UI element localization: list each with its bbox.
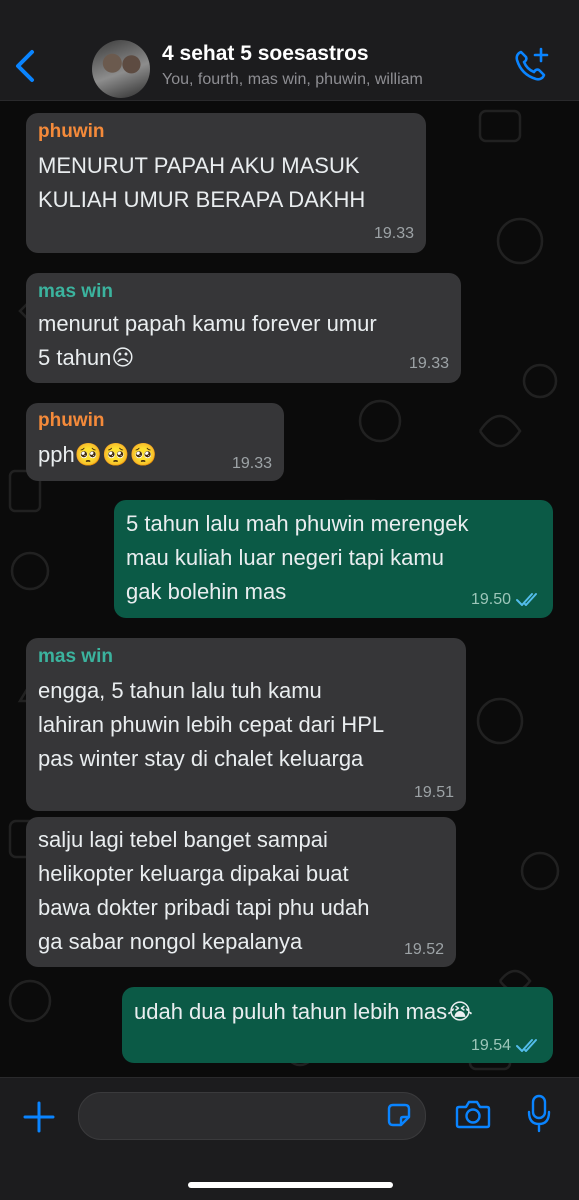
message-bubble[interactable]: 5 tahun lalu mah phuwin merengek mau kul… <box>114 500 553 618</box>
message-time: 19.54 <box>470 1037 511 1054</box>
message-text: helikopter keluarga dipakai buat <box>38 861 349 886</box>
message-text: KULIAH UMUR BERAPA DAKHH <box>38 187 366 212</box>
message-bubble[interactable]: salju lagi tebel banget sampai helikopte… <box>26 817 456 967</box>
read-receipt-icon <box>516 593 537 606</box>
message-time: 19.33 <box>408 355 449 372</box>
message-text: ga sabar nongol kepalanya <box>38 929 303 954</box>
group-members[interactable]: You, fourth, mas win, phuwin, william <box>162 71 423 89</box>
message-bubble[interactable]: udah dua puluh tahun lebih mas😭 19.54 <box>122 987 553 1063</box>
message-text: pas winter stay di chalet keluarga <box>38 746 364 771</box>
plus-icon[interactable] <box>22 1100 56 1134</box>
chat-header: 4 sehat 5 soesastros You, fourth, mas wi… <box>0 0 579 101</box>
message-bubble[interactable]: mas win menurut papah kamu forever umur … <box>26 273 461 383</box>
phone-plus-icon[interactable] <box>512 46 550 84</box>
message-bubble[interactable]: phuwin pph🥺🥺🥺 19.33 <box>26 403 284 481</box>
camera-icon[interactable] <box>455 1098 491 1130</box>
message-bubble[interactable]: phuwin MENURUT PAPAH AKU MASUK KULIAH UM… <box>26 113 426 253</box>
message-text: menurut papah kamu forever umur <box>38 311 377 336</box>
home-indicator <box>188 1182 393 1188</box>
message-time: 19.33 <box>231 455 272 472</box>
message-text: lahiran phuwin lebih cepat dari HPL <box>38 712 385 737</box>
composer-bar <box>0 1077 579 1200</box>
message-text: pph🥺🥺🥺 <box>38 442 157 467</box>
message-list[interactable]: phuwin MENURUT PAPAH AKU MASUK KULIAH UM… <box>0 101 579 1077</box>
message-input[interactable] <box>78 1092 426 1140</box>
chevron-left-icon[interactable] <box>12 48 36 84</box>
microphone-icon[interactable] <box>526 1094 552 1134</box>
group-avatar[interactable] <box>92 40 150 98</box>
message-text: salju lagi tebel banget sampai <box>38 827 328 852</box>
message-time: 19.52 <box>403 941 444 958</box>
message-text: udah dua puluh tahun lebih mas😭 <box>134 999 473 1024</box>
group-title[interactable]: 4 sehat 5 soesastros <box>162 42 369 66</box>
message-text: gak bolehin mas <box>126 579 287 604</box>
sticker-icon[interactable] <box>385 1101 413 1129</box>
message-time: 19.51 <box>413 784 454 801</box>
message-text: bawa dokter pribadi tapi phu udah <box>38 895 370 920</box>
message-text: MENURUT PAPAH AKU MASUK <box>38 153 360 178</box>
message-time: 19.50 <box>470 591 511 608</box>
sender-name: phuwin <box>38 121 105 142</box>
message-bubble[interactable]: mas win engga, 5 tahun lalu tuh kamu lah… <box>26 638 466 811</box>
read-receipt-icon <box>516 1039 537 1052</box>
sender-name: mas win <box>38 281 113 302</box>
message-text: engga, 5 tahun lalu tuh kamu <box>38 678 322 703</box>
message-text: 5 tahun lalu mah phuwin merengek <box>126 511 469 536</box>
message-text: mau kuliah luar negeri tapi kamu <box>126 545 444 570</box>
message-time: 19.33 <box>373 225 414 242</box>
sender-name: phuwin <box>38 410 105 431</box>
sender-name: mas win <box>38 646 113 667</box>
message-text: 5 tahun☹ <box>38 345 135 370</box>
